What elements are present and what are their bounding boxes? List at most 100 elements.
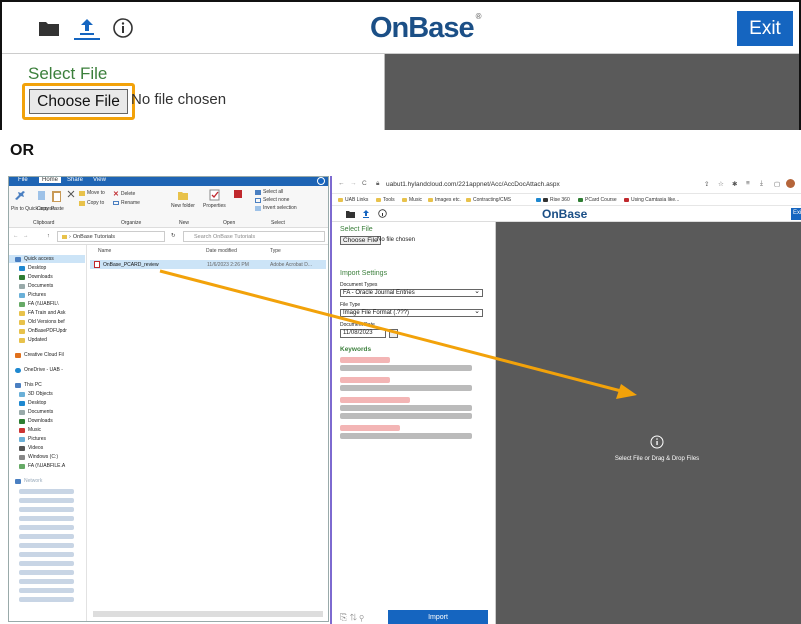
up-arrow-icon[interactable]: ↑ [47,233,50,239]
copy-to-button[interactable]: Copy to [79,200,104,206]
file-row[interactable]: OnBase_PCARD_review 11/6/2023 2:26 PM Ad… [90,260,326,269]
refresh-icon[interactable]: ↻ [171,233,176,239]
pin-quick-access-button[interactable]: Pin to Quick access [11,206,55,212]
choose-file-button[interactable]: Choose File [340,236,381,245]
breadcrumb[interactable]: › OnBase Tutorials [57,231,165,242]
open-icon[interactable] [233,189,243,199]
download-icon[interactable]: ⤓ [760,180,763,188]
rename-button[interactable]: Rename [113,200,140,206]
nav-item[interactable]: OneDrive - UAB - [15,366,63,374]
invert-selection-button[interactable]: Invert selection [255,205,297,211]
nav-item[interactable]: Pictures [19,435,46,443]
keyword-field-blurred[interactable] [340,365,472,371]
reload-icon[interactable]: C [362,180,367,187]
exit-button[interactable]: Exit [737,11,793,46]
nav-item[interactable]: FA (\\UABFILE.A [19,462,65,470]
nav-item[interactable]: Windows (C:) [19,453,58,461]
folder-icon[interactable] [346,210,355,218]
properties-icon[interactable] [209,189,221,201]
keyword-field-blurred[interactable] [340,385,472,391]
upload-icon[interactable] [74,16,100,40]
tab-view[interactable]: View [93,177,106,183]
explorer-search-input[interactable]: Search OnBase Tutorials [183,231,325,242]
extensions-icon[interactable]: ✱ [732,180,737,188]
column-date-modified[interactable]: Date modified [206,248,237,254]
bookmark-item[interactable]: Using Camtasia like... [624,197,679,203]
bookmark-item[interactable]: Images etc. [428,197,461,203]
new-folder-icon[interactable] [177,189,189,201]
nav-item[interactable]: Pictures [19,291,46,299]
forward-arrow-icon[interactable]: → [23,233,29,239]
url-text[interactable]: uabut1.hylandcloud.com/221appnet/Acc/Acc… [386,181,560,188]
nav-item[interactable]: Quick access [9,255,85,263]
nav-item[interactable]: 3D Objects [19,390,53,398]
bookmark-item[interactable]: Tools [376,197,395,203]
nav-item[interactable]: OnBasePDFUpdr [19,327,67,335]
help-icon[interactable] [317,177,325,185]
new-folder-button[interactable]: New folder [171,203,195,209]
back-arrow-icon[interactable]: ← [338,180,345,187]
copy-button[interactable]: Copy [37,206,49,212]
nav-item[interactable]: Updated [19,336,47,344]
exit-button[interactable]: Exi [791,208,801,220]
bookmark-item[interactable]: UAB Links [338,197,368,203]
profile-avatar[interactable] [786,179,795,188]
blurred-item [19,570,74,575]
nav-item[interactable]: Music [19,426,41,434]
properties-button[interactable]: Properties [203,203,226,209]
calendar-icon[interactable] [389,329,398,338]
folder-icon[interactable] [36,16,62,40]
back-arrow-icon[interactable]: ← [13,233,19,239]
nav-item[interactable]: Downloads [19,417,53,425]
document-type-select[interactable]: FA - Oracle Journal Entries [340,288,483,297]
column-type[interactable]: Type [270,248,281,254]
bookmark-item[interactable]: Music [402,197,422,203]
choose-file-button[interactable]: Choose File [29,89,128,114]
upload-icon[interactable] [362,209,370,219]
bookmark-item[interactable]: Rise 360 [536,197,570,203]
drop-zone[interactable]: Select File or Drag & Drop Files [496,222,801,624]
document-date-input[interactable]: 11/08/2023 [340,329,386,338]
nav-item[interactable]: FA Train and Ask [19,309,66,317]
share-icon[interactable]: ⇪ [704,180,709,188]
nav-item[interactable]: Documents [19,282,53,290]
pin-icon[interactable] [15,190,25,202]
star-icon[interactable]: ☆ [718,180,724,188]
column-name[interactable]: Name [98,248,111,254]
nav-item[interactable]: Network [15,477,42,485]
bookmark-item[interactable]: Contracting/CMS [466,197,511,203]
tab-file[interactable]: File [15,177,31,183]
nav-item[interactable]: Desktop [19,264,46,272]
keyword-field-blurred[interactable] [340,413,472,419]
info-icon[interactable] [110,16,136,40]
nav-item[interactable]: Old Versions bef [19,318,65,326]
horizontal-scrollbar[interactable] [93,611,323,617]
nav-item[interactable]: This PC [15,381,42,389]
move-to-button[interactable]: Move to [79,190,105,196]
nav-item[interactable]: Videos [19,444,43,452]
paste-button[interactable]: Paste [51,206,64,212]
keyword-field-blurred[interactable] [340,433,472,439]
nav-item[interactable]: Documents [19,408,53,416]
nav-item[interactable]: Desktop [19,399,46,407]
select-all-button[interactable]: Select all [255,189,283,195]
nav-item[interactable]: Creative Cloud Fil [15,351,64,359]
nav-item[interactable]: FA (\\UABFIL\ [19,300,59,308]
bookmark-item[interactable]: PCard Course [578,197,617,203]
cut-icon[interactable] [67,190,75,198]
nav-item[interactable]: Downloads [19,273,53,281]
delete-button[interactable]: ✕ Delete [113,190,135,198]
keyword-field-blurred[interactable] [340,405,472,411]
tab-share[interactable]: Share [67,177,83,183]
reading-list-icon[interactable]: ≡ [746,180,750,187]
file-type-select[interactable]: Image File Format (.???) [340,308,483,317]
footer-icons[interactable]: ⎘ ⇅ ⚲ [340,612,364,623]
info-icon[interactable] [378,209,387,218]
import-button[interactable]: Import [388,610,488,624]
window-icon[interactable]: ▢ [774,180,780,188]
paste-icon[interactable] [51,189,62,203]
forward-arrow-icon[interactable]: → [350,180,357,187]
select-none-button[interactable]: Select none [255,197,289,203]
tab-home[interactable]: Home [39,177,62,183]
copy-icon[interactable] [37,190,47,202]
